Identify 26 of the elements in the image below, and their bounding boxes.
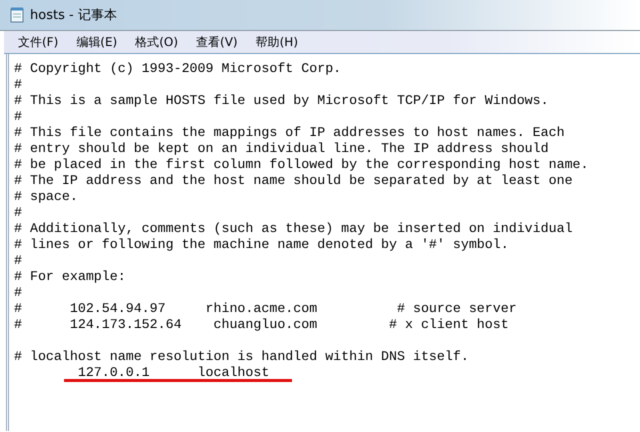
text-line: # entry should be kept on an individual line. The IP address should (14, 141, 549, 156)
text-line: # (14, 285, 22, 300)
text-line: # This file contains the mappings of IP addresses to host names. Each (14, 125, 565, 140)
text-line: # (14, 253, 22, 268)
text-line: # (14, 109, 22, 124)
text-line: # lines or following the machine name denoted by a '#' symbol. (14, 237, 509, 252)
menu-item[interactable]: 帮助(H) (248, 34, 308, 50)
notepad-icon (10, 7, 24, 23)
menu-item[interactable]: 编辑(E) (68, 34, 128, 50)
text-line: # space. (14, 189, 78, 204)
text-line: # be placed in the first column followed by the corresponding host name. (14, 157, 589, 172)
menu-item[interactable]: 查看(V) (188, 34, 248, 50)
text-line: # This is a sample HOSTS file used by Microsoft TCP/IP for Windows. (14, 93, 549, 108)
text-line: 127.0.0.1 localhost (76, 365, 270, 380)
text-line: # Additionally, comments (such as these) may be inserted on individual (14, 221, 573, 236)
window-title: hosts - 记事本 (30, 7, 117, 24)
menu-item[interactable]: 文件(F) (10, 34, 68, 50)
text-line: # (14, 205, 22, 220)
text-line: # The IP address and the host name should be separated by at least one (14, 173, 573, 188)
text-line: # (14, 77, 22, 92)
text-line: # localhost name resolution is handled within DNS itself. (14, 349, 469, 364)
menu-item[interactable]: 格式(O) (127, 34, 188, 50)
text-line: # Copyright (c) 1993-2009 Microsoft Corp. (14, 61, 342, 76)
text-line: # 124.173.152.64 chuangluo.com # x client host (14, 317, 509, 332)
text-line: # For example: (14, 269, 126, 284)
text-line: # 102.54.94.97 rhino.acme.com # source server (14, 301, 517, 316)
